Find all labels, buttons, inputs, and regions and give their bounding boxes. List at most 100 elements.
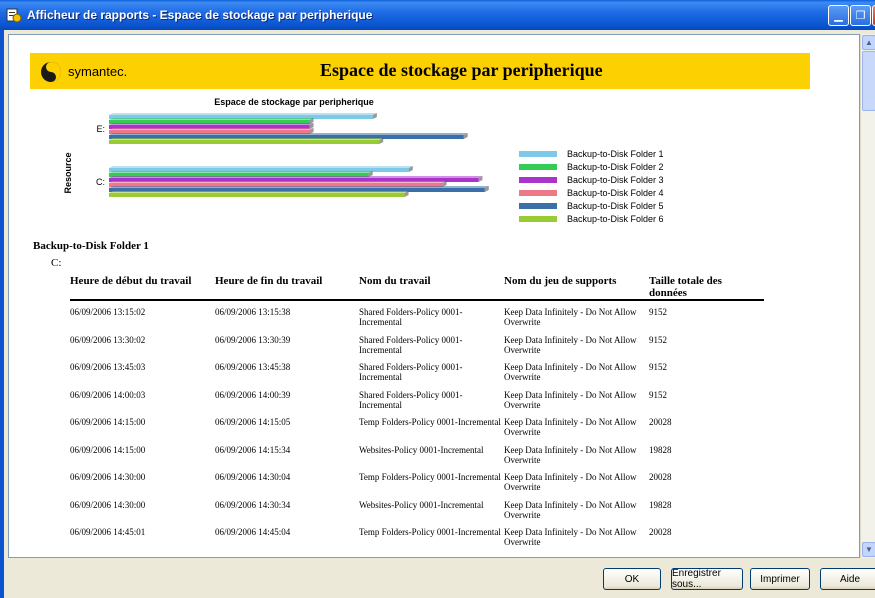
maximize-button[interactable]: ❐ [850, 5, 871, 26]
logo-text: symantec. [68, 64, 128, 79]
minimize-button[interactable]: ▁ [828, 5, 849, 26]
table-body: 06/09/2006 13:15:02 06/09/2006 13:15:38 … [70, 305, 770, 553]
minimize-icon: ▁ [834, 10, 843, 22]
cell-size: 9152 [649, 362, 667, 372]
table-row: 06/09/2006 14:45:01 06/09/2006 14:45:04 … [70, 525, 770, 553]
window-frame [0, 30, 4, 598]
cell-job: Temp Folders-Policy 0001-Incremental [359, 527, 501, 537]
drive-label: C: [51, 257, 62, 269]
legend-swatch [519, 151, 557, 157]
print-button[interactable]: Imprimer [750, 568, 810, 590]
scroll-thumb[interactable] [862, 51, 875, 111]
cell-size: 19828 [649, 444, 672, 455]
table-row: 06/09/2006 14:30:00 06/09/2006 14:30:04 … [70, 470, 770, 498]
legend-swatch [519, 216, 557, 222]
bar-top-face [109, 181, 447, 183]
cell-media: Keep Data Infinitely - Do Not Allow Over… [504, 499, 637, 520]
cell-end: 06/09/2006 14:15:05 [215, 417, 291, 427]
cell-size: 20028 [649, 472, 672, 482]
save-as-button[interactable]: Enregistrer sous... [671, 568, 743, 590]
table-row: 06/09/2006 14:30:00 06/09/2006 14:30:34 … [70, 498, 770, 526]
category-label: E: [96, 124, 105, 134]
cell-start: 06/09/2006 14:30:00 [70, 499, 146, 510]
ok-button[interactable]: OK [603, 568, 661, 590]
chart-title: Espace de stockage par peripherique [214, 97, 374, 107]
cell-end: 06/09/2006 13:45:38 [215, 362, 291, 372]
table-row: 06/09/2006 14:15:00 06/09/2006 14:15:34 … [70, 443, 770, 471]
bar-top-face [109, 166, 413, 168]
legend-label: Backup-to-Disk Folder 5 [567, 201, 664, 211]
help-button[interactable]: Aide [820, 568, 875, 590]
report-viewer-icon [6, 7, 22, 23]
cell-end: 06/09/2006 14:45:04 [215, 527, 291, 537]
scroll-up-icon[interactable]: ▲ [862, 35, 875, 50]
cell-start: 06/09/2006 14:00:03 [70, 389, 146, 400]
cell-start: 06/09/2006 14:45:01 [70, 527, 146, 537]
title-bar: Afficheur de rapports - Espace de stocka… [0, 0, 875, 30]
cell-job: Temp Folders-Policy 0001-Incremental [359, 472, 501, 482]
vertical-scrollbar[interactable]: ▲ ▼ [860, 34, 875, 558]
cell-media: Keep Data Infinitely - Do Not Allow Over… [504, 362, 637, 382]
table-row: 06/09/2006 13:30:02 06/09/2006 13:30:39 … [70, 333, 770, 361]
window-title: Afficheur de rapports - Espace de stocka… [27, 8, 373, 22]
cell-size: 9152 [649, 389, 667, 400]
y-axis-label: Resource [63, 152, 73, 193]
cell-start: 06/09/2006 14:15:00 [70, 417, 146, 427]
cell-media: Keep Data Infinitely - Do Not Allow Over… [504, 472, 637, 492]
cell-size: 19828 [649, 499, 672, 510]
bar-top-face [109, 138, 384, 140]
report-banner: symantec. Espace de stockage par periphe… [30, 53, 810, 89]
scroll-down-icon[interactable]: ▼ [862, 542, 875, 557]
table-header: Heure de début du travail Heure de fin d… [70, 275, 764, 301]
legend-swatch [519, 190, 557, 196]
cell-end: 06/09/2006 14:00:39 [215, 389, 291, 400]
cell-start: 06/09/2006 13:30:02 [70, 334, 146, 345]
legend-swatch [519, 177, 557, 183]
cell-job: Websites-Policy 0001-Incremental [359, 444, 484, 455]
bar-top-face [109, 191, 409, 193]
bar-top-face [109, 113, 377, 115]
bar [109, 193, 405, 197]
cell-media: Keep Data Infinitely - Do Not Allow Over… [504, 527, 637, 547]
cell-end: 06/09/2006 13:15:38 [215, 307, 291, 317]
column-header-media: Nom du jeu de supports [504, 275, 617, 287]
symantec-logo-icon [40, 61, 62, 83]
cell-end: 06/09/2006 14:15:34 [215, 444, 291, 455]
legend-label: Backup-to-Disk Folder 6 [567, 214, 664, 224]
cell-media: Keep Data Infinitely - Do Not Allow Over… [504, 334, 637, 355]
table-row: 06/09/2006 14:00:03 06/09/2006 14:00:39 … [70, 388, 770, 416]
restore-icon: ❐ [855, 10, 866, 22]
legend-swatch [519, 203, 557, 209]
cell-size: 9152 [649, 307, 667, 317]
cell-job: Shared Folders-Policy 0001-Incremental [359, 334, 463, 355]
table-row: 06/09/2006 13:45:03 06/09/2006 13:45:38 … [70, 360, 770, 388]
bar-top-face [109, 123, 314, 125]
legend-label: Backup-to-Disk Folder 2 [567, 162, 664, 172]
cell-job: Temp Folders-Policy 0001-Incremental [359, 417, 501, 427]
cell-start: 06/09/2006 13:15:02 [70, 307, 146, 317]
legend-label: Backup-to-Disk Folder 1 [567, 149, 664, 159]
storage-chart: Espace de stockage par peripherique Resou… [49, 93, 699, 233]
cell-job: Shared Folders-Policy 0001-Incremental [359, 362, 463, 382]
cell-size: 20028 [649, 417, 672, 427]
cell-size: 9152 [649, 334, 667, 345]
bar-top-face [109, 171, 373, 173]
cell-media: Keep Data Infinitely - Do Not Allow Over… [504, 444, 637, 465]
column-header-start: Heure de début du travail [70, 275, 192, 287]
legend-swatch [519, 164, 557, 170]
legend-label: Backup-to-Disk Folder 3 [567, 175, 664, 185]
cell-start: 06/09/2006 14:15:00 [70, 444, 146, 455]
bar-top-face [109, 176, 483, 178]
bar-top-face [109, 133, 468, 135]
cell-job: Shared Folders-Policy 0001-Incremental [359, 307, 463, 327]
column-header-job: Nom du travail [359, 275, 431, 287]
category-label: C: [96, 177, 105, 187]
column-header-end: Heure de fin du travail [215, 275, 323, 287]
bar-top-face [109, 186, 489, 188]
cell-size: 20028 [649, 527, 672, 537]
legend-label: Backup-to-Disk Folder 4 [567, 188, 664, 198]
cell-media: Keep Data Infinitely - Do Not Allow Over… [504, 417, 637, 437]
table-row: 06/09/2006 13:15:02 06/09/2006 13:15:38 … [70, 305, 770, 333]
report-viewport[interactable]: symantec. Espace de stockage par periphe… [8, 34, 860, 558]
folder-heading: Backup-to-Disk Folder 1 [33, 240, 149, 252]
